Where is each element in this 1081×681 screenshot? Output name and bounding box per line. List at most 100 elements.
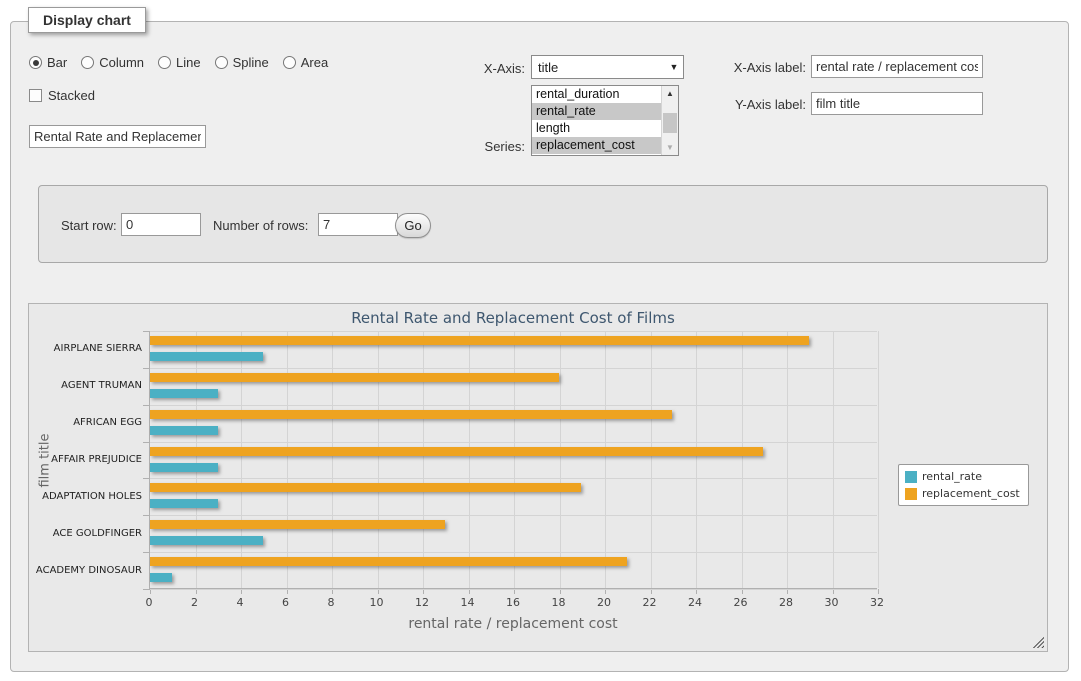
bar-rental_rate[interactable] xyxy=(150,573,172,582)
legend-item-replacement_cost[interactable]: replacement_cost xyxy=(905,487,1020,500)
x-tick-label: 28 xyxy=(766,596,806,609)
bar-replacement_cost[interactable] xyxy=(150,336,809,345)
x-tick-label: 18 xyxy=(539,596,579,609)
gridline xyxy=(696,331,697,588)
x-tick-label: 14 xyxy=(448,596,488,609)
number-of-rows-input[interactable] xyxy=(318,213,398,236)
series-option-rental_rate[interactable]: rental_rate xyxy=(532,103,661,120)
gridline xyxy=(787,331,788,588)
x-tick-label: 16 xyxy=(493,596,533,609)
y-tick-mark xyxy=(143,478,150,479)
bar-replacement_cost[interactable] xyxy=(150,483,581,492)
gridline xyxy=(605,331,606,588)
gridline xyxy=(150,478,877,479)
radio-button-icon[interactable] xyxy=(283,56,296,69)
gridline xyxy=(241,331,242,588)
start-row-input[interactable] xyxy=(121,213,201,236)
x-tick-label: 24 xyxy=(675,596,715,609)
bar-rental_rate[interactable] xyxy=(150,536,263,545)
x-axis-label-label: X-Axis label: xyxy=(700,60,806,75)
radio-label: Spline xyxy=(233,55,269,70)
chart-type-radio-group: Bar Column Line Spline Area xyxy=(29,55,328,70)
series-multiselect[interactable]: rental_durationrental_ratelengthreplacem… xyxy=(531,85,679,156)
category-label: AIRPLANE SIERRA xyxy=(24,343,142,354)
y-tick-mark xyxy=(143,368,150,369)
x-axis-select[interactable]: title ▼ xyxy=(531,55,684,79)
chart-title: Rental Rate and Replacement Cost of Film… xyxy=(149,309,877,327)
scrollbar-track[interactable] xyxy=(662,101,678,140)
y-axis-label-input[interactable] xyxy=(811,92,983,115)
chart-container: Rental Rate and Replacement Cost of Film… xyxy=(28,303,1048,652)
series-select-label: Series: xyxy=(440,139,525,154)
category-label: AFFAIR PREJUDICE xyxy=(24,454,142,465)
gridline xyxy=(150,368,877,369)
x-tick-label: 4 xyxy=(220,596,260,609)
x-tick-mark xyxy=(878,589,879,594)
radio-button-icon[interactable] xyxy=(158,56,171,69)
stacked-row: Stacked xyxy=(29,88,95,103)
x-axis-label-input[interactable] xyxy=(811,55,983,78)
scrollbar-up-icon[interactable]: ▲ xyxy=(662,86,678,101)
series-option-rental_duration[interactable]: rental_duration xyxy=(532,86,661,103)
chart-title-input[interactable] xyxy=(29,125,206,148)
radio-label: Area xyxy=(301,55,328,70)
gridline xyxy=(514,331,515,588)
bar-replacement_cost[interactable] xyxy=(150,373,559,382)
bar-replacement_cost[interactable] xyxy=(150,557,627,566)
gridline xyxy=(196,331,197,588)
fieldset-title: Display chart xyxy=(28,7,146,33)
scrollbar-thumb[interactable] xyxy=(663,113,677,133)
radio-column[interactable]: Column xyxy=(81,55,144,70)
radio-label: Bar xyxy=(47,55,67,70)
bar-rental_rate[interactable] xyxy=(150,389,218,398)
scrollbar-down-icon[interactable]: ▼ xyxy=(662,140,678,155)
radio-button-icon[interactable] xyxy=(29,56,42,69)
y-tick-mark xyxy=(143,552,150,553)
bar-replacement_cost[interactable] xyxy=(150,520,445,529)
plot-area: AIRPLANE SIERRAAGENT TRUMANAFRICAN EGGAF… xyxy=(149,331,877,589)
y-tick-mark xyxy=(143,442,150,443)
bar-rental_rate[interactable] xyxy=(150,352,263,361)
gridline xyxy=(150,442,877,443)
legend-item-rental_rate[interactable]: rental_rate xyxy=(905,470,1020,483)
category-label: ACADEMY DINOSAUR xyxy=(24,565,142,576)
bar-rental_rate[interactable] xyxy=(150,463,218,472)
y-axis-label-label: Y-Axis label: xyxy=(700,97,806,112)
x-tick-label: 6 xyxy=(266,596,306,609)
gridline xyxy=(150,405,877,406)
bar-replacement_cost[interactable] xyxy=(150,447,763,456)
x-axis-selected-value: title xyxy=(532,60,665,75)
radio-button-icon[interactable] xyxy=(81,56,94,69)
bar-replacement_cost[interactable] xyxy=(150,410,672,419)
y-tick-mark xyxy=(143,405,150,406)
series-option-length[interactable]: length xyxy=(532,120,661,137)
go-button[interactable]: Go xyxy=(395,213,431,238)
row-range-panel: Start row: Number of rows: Go xyxy=(38,185,1048,263)
radio-area[interactable]: Area xyxy=(283,55,328,70)
legend-swatch-icon xyxy=(905,471,917,483)
y-tick-mark xyxy=(143,515,150,516)
number-of-rows-label: Number of rows: xyxy=(213,218,308,233)
resize-handle-icon[interactable] xyxy=(1033,637,1044,648)
x-axis-title: rental rate / replacement cost xyxy=(149,616,877,632)
series-option-replacement_cost[interactable]: replacement_cost xyxy=(532,137,661,154)
gridline xyxy=(423,331,424,588)
x-tick-label: 26 xyxy=(721,596,761,609)
bar-rental_rate[interactable] xyxy=(150,499,218,508)
x-tick-label: 2 xyxy=(175,596,215,609)
gridline xyxy=(150,331,877,332)
radio-button-icon[interactable] xyxy=(215,56,228,69)
series-options: rental_durationrental_ratelengthreplacem… xyxy=(532,86,661,155)
stacked-checkbox[interactable] xyxy=(29,89,42,102)
gridline xyxy=(150,552,877,553)
legend-label: rental_rate xyxy=(922,470,982,483)
bar-rental_rate[interactable] xyxy=(150,426,218,435)
radio-line[interactable]: Line xyxy=(158,55,201,70)
gridline xyxy=(878,331,879,588)
radio-label: Column xyxy=(99,55,144,70)
legend-swatch-icon xyxy=(905,488,917,500)
radio-bar[interactable]: Bar xyxy=(29,55,67,70)
series-scrollbar[interactable]: ▲ ▼ xyxy=(661,86,678,155)
chart-legend: rental_rate replacement_cost xyxy=(898,464,1029,506)
radio-spline[interactable]: Spline xyxy=(215,55,269,70)
